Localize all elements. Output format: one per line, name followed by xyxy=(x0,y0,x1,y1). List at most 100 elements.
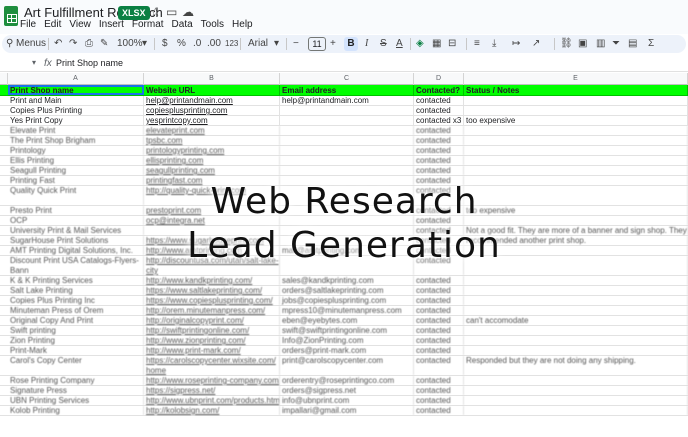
cell-website[interactable]: tpsbc.com xyxy=(144,136,280,145)
cell-contacted[interactable]: contacted xyxy=(414,146,464,155)
cell-shop-name[interactable]: Presto Print xyxy=(8,206,144,215)
cell-email[interactable]: print@carolscopycenter.com xyxy=(280,356,414,375)
cell-notes[interactable] xyxy=(464,286,688,295)
cell-email[interactable]: swift@swiftprintingonline.com xyxy=(280,326,414,335)
cell-contacted[interactable]: contacted xyxy=(414,216,464,225)
cell-notes[interactable] xyxy=(464,346,688,355)
cell-notes[interactable] xyxy=(464,326,688,335)
menu-help[interactable]: Help xyxy=(228,18,257,32)
cell-contacted[interactable]: contacted xyxy=(414,106,464,115)
header-cell-email[interactable]: Email address xyxy=(280,85,414,95)
cell-website[interactable]: printologyprinting.com xyxy=(144,146,280,155)
menu-data[interactable]: Data xyxy=(168,18,197,32)
cell-contacted[interactable]: contacted xyxy=(414,406,464,415)
cell-email[interactable] xyxy=(280,256,414,275)
cell-email[interactable]: Info@ZionPrinting.com xyxy=(280,336,414,345)
cell-notes[interactable] xyxy=(464,96,688,105)
bold-button[interactable]: B xyxy=(344,37,358,51)
font-select[interactable]: Arial xyxy=(248,37,268,51)
cell-website[interactable]: elevateprint.com xyxy=(144,126,280,135)
cell-email[interactable] xyxy=(280,236,414,245)
cell-website[interactable]: ellisprinting.com xyxy=(144,156,280,165)
cell-contacted[interactable]: contacted xyxy=(414,226,464,235)
cell-contacted[interactable]: contacted xyxy=(414,396,464,405)
cell-website[interactable]: https://carolscopycenter.wixsite.com/hom… xyxy=(144,356,280,375)
cell-shop-name[interactable]: Seagull Printing xyxy=(8,166,144,175)
menu-insert[interactable]: Insert xyxy=(95,18,128,32)
cell-contacted[interactable]: contacted xyxy=(414,96,464,105)
paint-format-icon[interactable]: ✎ xyxy=(100,37,108,51)
column-header-c[interactable]: C xyxy=(280,73,414,85)
decrease-decimal-button[interactable]: .0 xyxy=(193,37,201,51)
cell-shop-name[interactable]: Original Copy And Print xyxy=(8,316,144,325)
italic-button[interactable]: I xyxy=(365,37,368,51)
cell-contacted[interactable]: contacted xyxy=(414,156,464,165)
cell-email[interactable]: orders@print-mark.com xyxy=(280,346,414,355)
cell-shop-name[interactable]: AMT Printing Digital Solutions, Inc. xyxy=(8,246,144,255)
cell-website[interactable]: yesprintcopy.com xyxy=(144,116,280,125)
column-header-a[interactable]: A xyxy=(8,73,144,85)
cell-shop-name[interactable]: Zion Printing xyxy=(8,336,144,345)
cell-website[interactable]: copiesplusprinting.com xyxy=(144,106,280,115)
print-icon[interactable]: ⎙ xyxy=(85,37,93,51)
cell-shop-name[interactable]: Minuteman Press of Orem xyxy=(8,306,144,315)
cell-notes[interactable] xyxy=(464,126,688,135)
cell-shop-name[interactable]: Signature Press xyxy=(8,386,144,395)
cell-email[interactable]: eben@eyebytes.com xyxy=(280,316,414,325)
cell-email[interactable]: sales@kandkprinting.com xyxy=(280,276,414,285)
cell-shop-name[interactable]: The Print Shop Brigham xyxy=(8,136,144,145)
cell-email[interactable] xyxy=(280,176,414,185)
cell-notes[interactable] xyxy=(464,176,688,185)
cell-website[interactable]: http://swiftprintingonline.com/ xyxy=(144,326,280,335)
functions-icon[interactable]: Σ xyxy=(648,37,654,51)
cell-notes[interactable] xyxy=(464,376,688,385)
currency-format-button[interactable]: $ xyxy=(162,37,168,51)
cell-notes[interactable]: Not a good fit. They are more of a banne… xyxy=(464,226,688,235)
star-icon[interactable]: ☆ xyxy=(150,5,161,19)
cell-website[interactable]: https://www.copiesplusprinting.com/ xyxy=(144,296,280,305)
cell-website[interactable]: https://sigpress.net/ xyxy=(144,386,280,395)
cell-website[interactable]: http://www.amtprinting.com xyxy=(144,246,280,255)
header-cell-notes[interactable]: Status / Notes xyxy=(464,85,688,95)
cell-shop-name[interactable]: University Print & Mail Services xyxy=(8,226,144,235)
cell-notes[interactable] xyxy=(464,186,688,205)
header-cell-shop-name[interactable]: Print Shop name xyxy=(8,85,144,95)
cell-notes[interactable]: too expensive xyxy=(464,116,688,125)
menu-view[interactable]: View xyxy=(65,18,95,32)
text-color-button[interactable]: A xyxy=(396,37,403,51)
cell-website[interactable]: http://www.zionprinting.com/ xyxy=(144,336,280,345)
cell-contacted[interactable]: contacted xyxy=(414,386,464,395)
cell-website[interactable]: http://originalcopyprint.com/ xyxy=(144,316,280,325)
cell-contacted[interactable]: contacted xyxy=(414,296,464,305)
cell-shop-name[interactable]: Kolob Printing xyxy=(8,406,144,415)
cell-contacted[interactable]: contacted xyxy=(414,316,464,325)
cell-email[interactable]: impallari@gmail.com xyxy=(280,406,414,415)
filter-views-icon[interactable]: ▤ xyxy=(628,37,637,51)
cell-email[interactable] xyxy=(280,146,414,155)
cell-website[interactable]: seagullprinting.com xyxy=(144,166,280,175)
cell-website[interactable]: printingfast.com xyxy=(144,176,280,185)
zoom-select[interactable]: 100% xyxy=(117,37,143,51)
cell-shop-name[interactable]: Printing Fast xyxy=(8,176,144,185)
cell-shop-name[interactable]: Quality Quick Print xyxy=(8,186,144,205)
cell-contacted[interactable]: contacted xyxy=(414,306,464,315)
cell-email[interactable] xyxy=(280,106,414,115)
cell-shop-name[interactable]: UBN Printing Services xyxy=(8,396,144,405)
cloud-status-icon[interactable]: ☁ xyxy=(182,5,194,19)
cell-contacted[interactable]: contacted xyxy=(414,126,464,135)
cell-contacted[interactable]: contacted xyxy=(414,276,464,285)
cell-email[interactable]: mpress10@minutemanpress.com xyxy=(280,306,414,315)
cell-website[interactable]: http://www.ubnprint.com/products.html xyxy=(144,396,280,405)
cell-email[interactable]: orders@sigpress.net xyxy=(280,386,414,395)
cell-email[interactable] xyxy=(280,156,414,165)
cell-contacted[interactable]: contacted xyxy=(414,136,464,145)
search-icon[interactable]: ⚲ xyxy=(6,37,13,51)
cell-notes[interactable] xyxy=(464,166,688,175)
font-size-input[interactable]: 11 xyxy=(308,37,326,51)
cell-shop-name[interactable]: Carol's Copy Center xyxy=(8,356,144,375)
insert-chart-icon[interactable]: ▥ xyxy=(596,37,605,51)
cell-notes[interactable] xyxy=(464,256,688,275)
redo-icon[interactable]: ↷ xyxy=(69,37,77,51)
menu-edit[interactable]: Edit xyxy=(40,18,65,32)
cell-contacted[interactable]: contacted xyxy=(414,256,464,275)
